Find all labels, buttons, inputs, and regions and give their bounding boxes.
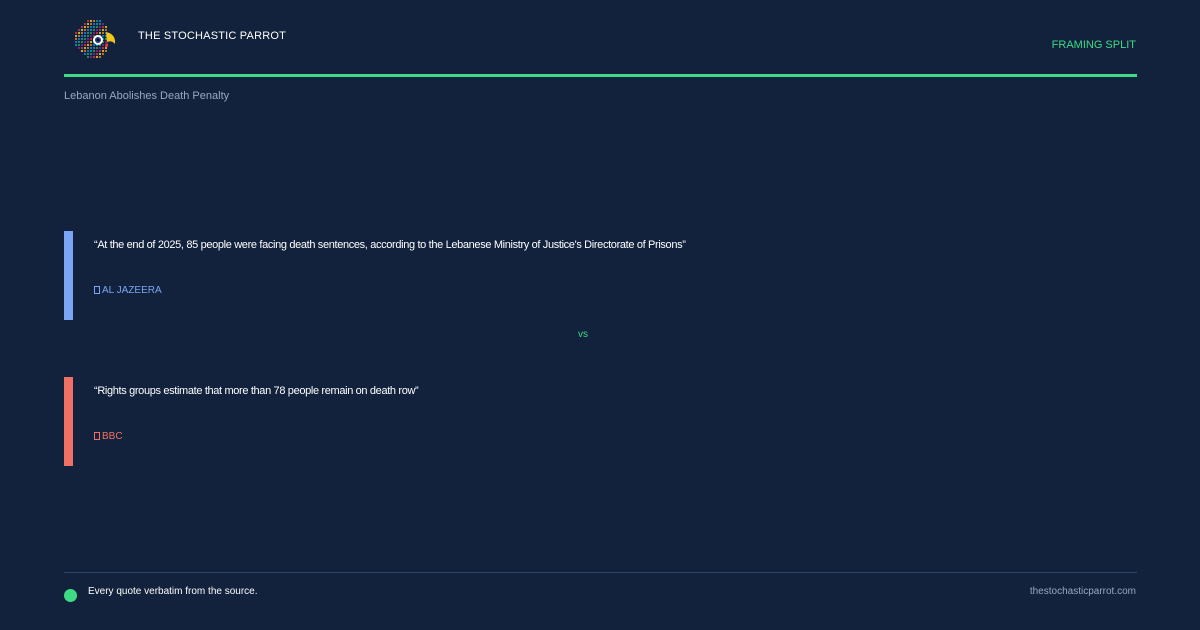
footer-note: Every quote verbatim from the source. <box>88 586 258 597</box>
quote-source-label: AL JAZEERA <box>102 285 162 296</box>
versus-label: vs <box>578 329 588 340</box>
section-label: FRAMING SPLIT <box>1051 39 1136 51</box>
brand-name[interactable]: THE STOCHASTIC PARROT <box>138 30 286 42</box>
source-icon <box>94 286 100 294</box>
quote-card-al-jazeera: “At the end of 2025, 85 people were faci… <box>64 231 1137 320</box>
source-icon <box>94 432 100 440</box>
quote-source: BBC <box>94 431 123 442</box>
quote-text: “At the end of 2025, 85 people were faci… <box>94 239 686 251</box>
quote-source: AL JAZEERA <box>94 285 162 296</box>
quote-source-label: BBC <box>102 431 123 442</box>
site-url-link[interactable]: thestochasticparrot.com <box>1030 586 1136 597</box>
header-divider <box>64 74 1137 77</box>
quote-accent-bar <box>64 377 73 466</box>
quote-card-bbc: “Rights groups estimate that more than 7… <box>64 377 1137 466</box>
quote-accent-bar <box>64 231 73 320</box>
story-headline: Lebanon Abolishes Death Penalty <box>64 90 230 102</box>
framing-split-card: THE STOCHASTIC PARROT FRAMING SPLIT Leba… <box>0 0 1200 630</box>
quote-text: “Rights groups estimate that more than 7… <box>94 385 419 397</box>
parrot-logo-icon <box>75 20 116 58</box>
status-dot-icon <box>64 589 77 602</box>
footer-divider <box>64 572 1137 573</box>
